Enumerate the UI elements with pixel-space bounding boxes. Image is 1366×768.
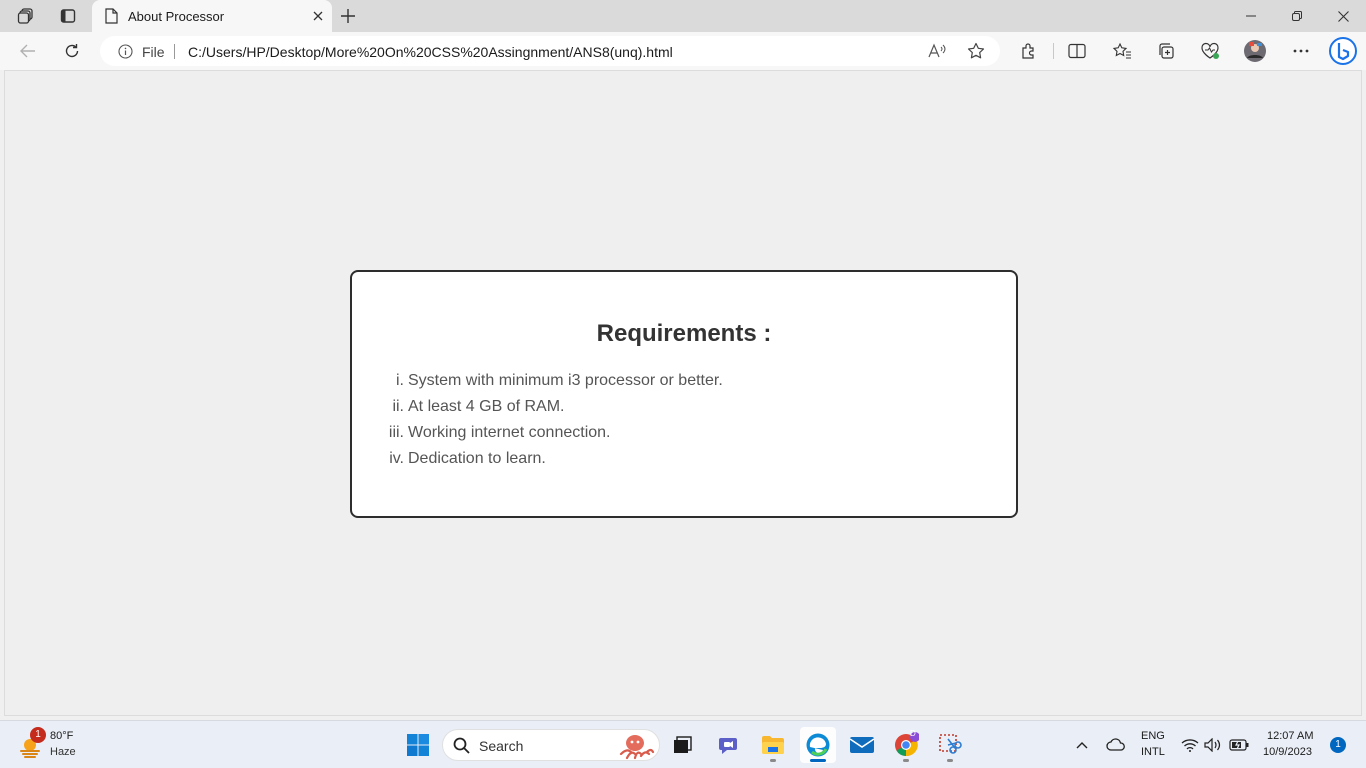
tab-strip: About Processor	[0, 0, 1366, 32]
page-icon	[104, 8, 118, 29]
search-highlight-icon	[613, 732, 657, 765]
volume-icon[interactable]	[1203, 733, 1223, 757]
url-text[interactable]: C:/Users/HP/Desktop/More%20On%20CSS%20As…	[188, 44, 673, 60]
new-tab-icon[interactable]	[334, 4, 362, 28]
more-options-icon[interactable]	[1286, 37, 1316, 65]
list-item-text: At least 4 GB of RAM.	[408, 398, 565, 415]
profile-avatar[interactable]	[1240, 37, 1270, 65]
list-marker: i.	[396, 372, 404, 389]
list-item: i. System with minimum i3 processor or b…	[352, 369, 952, 395]
list-marker: iii.	[388, 424, 404, 441]
weather-condition: Haze	[50, 746, 76, 758]
onedrive-cloud-icon[interactable]	[1104, 733, 1128, 757]
address-divider	[174, 44, 175, 59]
weather-alert-badge: 1	[30, 727, 46, 743]
restore-icon[interactable]	[1274, 0, 1320, 32]
close-window-icon[interactable]	[1320, 0, 1366, 32]
workspaces-icon[interactable]	[12, 4, 40, 28]
running-indicator	[947, 759, 953, 762]
extensions-icon[interactable]	[1014, 37, 1044, 65]
browser-toolbar: File C:/Users/HP/Desktop/More%20On%20CSS…	[0, 32, 1366, 70]
active-app-indicator	[810, 759, 826, 762]
info-icon[interactable]	[118, 44, 133, 64]
show-hidden-icons-chevron-icon[interactable]	[1072, 733, 1092, 757]
list-item: iv. Dedication to learn.	[352, 447, 952, 473]
toolbar-divider	[1053, 43, 1054, 59]
back-arrow-icon[interactable]	[13, 37, 43, 65]
list-item: iii. Working internet connection.	[352, 421, 952, 447]
task-view-icon[interactable]	[665, 727, 701, 763]
read-aloud-icon[interactable]	[924, 39, 950, 63]
list-item-text: Working internet connection.	[408, 424, 611, 441]
list-item-text: Dedication to learn.	[408, 450, 546, 467]
collections-icon[interactable]	[1151, 37, 1181, 65]
minimize-icon[interactable]	[1228, 0, 1274, 32]
refresh-icon[interactable]	[57, 37, 87, 65]
taskbar: 1 80°F Haze Search D ENG INTL 12:07 AM 1…	[0, 720, 1366, 768]
battery-icon[interactable]	[1228, 733, 1250, 757]
favorite-star-icon[interactable]	[963, 39, 989, 63]
list-item-text: System with minimum i3 processor or bett…	[408, 372, 723, 389]
wifi-icon[interactable]	[1180, 733, 1200, 757]
weather-temperature: 80°F	[50, 730, 74, 742]
page-title: Requirements :	[596, 320, 772, 347]
requirements-list: i. System with minimum i3 processor or b…	[352, 369, 952, 473]
start-button[interactable]	[400, 727, 436, 763]
chrome-icon[interactable]: D	[888, 727, 924, 763]
input-language[interactable]: ENG	[1141, 730, 1165, 742]
notification-count-badge[interactable]: 1	[1330, 737, 1346, 753]
browser-essentials-icon[interactable]	[1195, 37, 1225, 65]
list-item: ii. At least 4 GB of RAM.	[352, 395, 952, 421]
favorites-icon[interactable]	[1107, 37, 1137, 65]
edge-browser-icon[interactable]	[800, 727, 836, 763]
clock-time[interactable]: 12:07 AM	[1267, 730, 1313, 742]
list-marker: iv.	[389, 450, 404, 467]
running-indicator	[770, 759, 776, 762]
bing-copilot-icon[interactable]	[1326, 37, 1360, 65]
search-icon	[453, 737, 470, 759]
running-indicator	[903, 759, 909, 762]
list-marker: ii.	[392, 398, 404, 415]
file-explorer-icon[interactable]	[755, 727, 791, 763]
teams-chat-icon[interactable]	[711, 727, 747, 763]
requirements-card: Requirements : i. System with minimum i3…	[350, 270, 1018, 518]
close-tab-icon[interactable]	[306, 4, 330, 28]
address-bar[interactable]: File C:/Users/HP/Desktop/More%20On%20CSS…	[100, 36, 1000, 66]
split-screen-icon[interactable]	[1062, 37, 1092, 65]
page-viewport: Requirements : i. System with minimum i3…	[4, 70, 1362, 716]
search-label: Search	[479, 738, 524, 754]
taskbar-search[interactable]: Search	[442, 729, 660, 761]
input-layout[interactable]: INTL	[1141, 746, 1165, 758]
clock-date[interactable]: 10/9/2023	[1263, 746, 1312, 758]
tab-about-processor[interactable]: About Processor	[92, 0, 332, 32]
tab-actions-icon[interactable]	[54, 4, 82, 28]
mail-icon[interactable]	[844, 727, 880, 763]
scheme-label: File	[142, 44, 165, 60]
chrome-profile-letter: D	[910, 729, 916, 738]
snipping-tool-icon[interactable]	[932, 727, 968, 763]
tab-title: About Processor	[128, 9, 225, 24]
